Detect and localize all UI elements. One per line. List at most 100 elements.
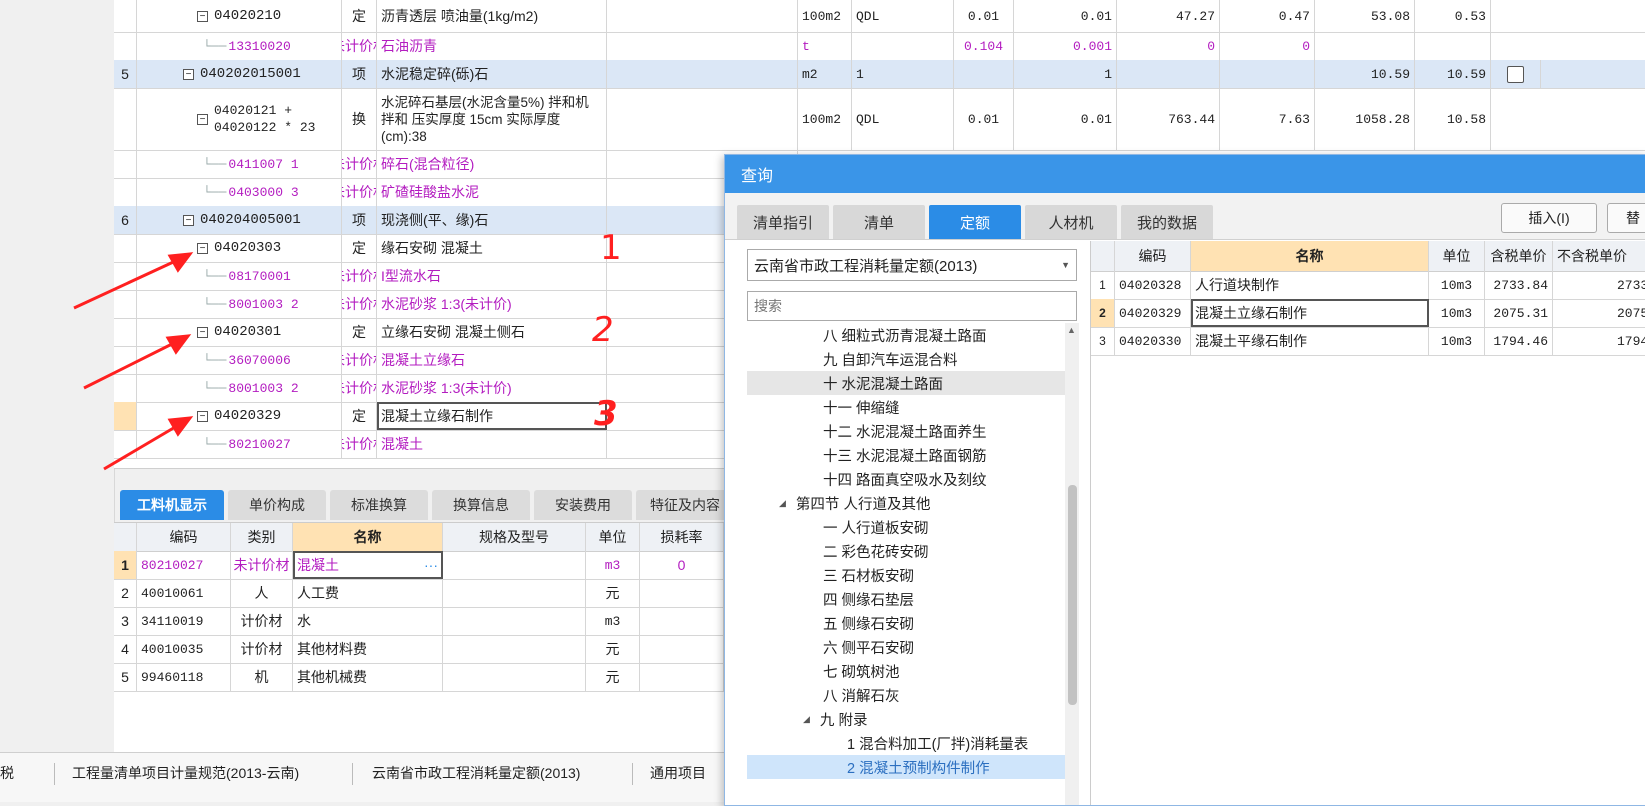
row-name: 混凝土立缘石 xyxy=(377,346,607,374)
name-edit-cell[interactable]: 混凝土 ··· xyxy=(293,551,443,579)
tab-features[interactable]: 特征及内容 xyxy=(636,490,734,520)
header-price-tax[interactable]: 含税单价 xyxy=(1485,241,1553,271)
insert-button[interactable]: 插入(I) xyxy=(1501,203,1597,233)
table-row-selected[interactable]: 2 04020329 混凝土立缘石制作 10m3 2075.31 2075 xyxy=(1091,299,1645,328)
tab-standard-conversion[interactable]: 标准换算 xyxy=(330,490,428,520)
row-expr: QDL xyxy=(852,0,954,32)
header-unit[interactable]: 单位 xyxy=(586,523,640,551)
tree-item[interactable]: 九 自卸汽车运混合料 xyxy=(747,347,1065,371)
tree-item[interactable]: 二 彩色花砖安砌 xyxy=(747,539,1065,563)
table-row[interactable]: 5 99460118 机 其他机械费 元 xyxy=(114,663,724,692)
header-code[interactable]: 编码 xyxy=(137,523,231,551)
row-amount2: 10.59 xyxy=(1415,60,1491,88)
table-row[interactable]: 3 04020330 混凝土平缘石制作 10m3 1794.46 1794 xyxy=(1091,327,1645,356)
status-quota[interactable]: 云南省市政工程消耗量定额(2013) xyxy=(372,753,580,793)
search-input[interactable] xyxy=(747,291,1077,321)
row-name: 水泥稳定碎(砾)石 xyxy=(377,60,607,88)
header-category[interactable]: 类别 xyxy=(231,523,293,551)
tree-item[interactable]: 十一 伸缩缝 xyxy=(747,395,1065,419)
row-amount: 7.63 xyxy=(1220,88,1315,150)
quota-library-select[interactable]: 云南省市政工程消耗量定额(2013) ▼ xyxy=(747,249,1077,281)
tree-item[interactable]: 1 混合料加工(厂拌)消耗量表 xyxy=(747,731,1065,755)
tree-item[interactable]: 一 人行道板安砌 xyxy=(747,515,1065,539)
tree-item[interactable]: 四 侧缘石垫层 xyxy=(747,587,1065,611)
separator xyxy=(54,763,55,785)
expander-icon[interactable]: ◢ xyxy=(803,714,810,725)
tree-item[interactable]: 七 砌筑树池 xyxy=(747,659,1065,683)
row-price2: 10.59 xyxy=(1315,60,1415,88)
header-loss[interactable]: 损耗率 xyxy=(640,523,724,551)
tree-item-selected[interactable]: 十 水泥混凝土路面 xyxy=(747,371,1065,395)
tree-item[interactable]: 六 侧平石安砌 xyxy=(747,635,1065,659)
tree-item[interactable]: 八 细粒式沥青混凝土路面 xyxy=(747,323,1065,347)
row-checkbox[interactable] xyxy=(1507,65,1524,83)
table-row[interactable]: 3 34110019 计价材 水 m3 xyxy=(114,607,724,636)
row-quantity: 0.001 xyxy=(1014,32,1117,60)
expander-icon[interactable]: ◢ xyxy=(779,498,786,509)
table-row[interactable]: −04020121 + 04020122 * 23 换 水泥碎石基层(水泥含量5… xyxy=(114,88,1645,151)
row-name-edit[interactable]: 混凝土立缘石制作 xyxy=(377,402,607,430)
row-name: 水泥碎石基层(水泥含量5%) 拌和机拌和 压实厚度 15cm 实际厚度(cm):… xyxy=(377,88,607,150)
arrow-icon xyxy=(73,252,194,471)
row-expr: 1 xyxy=(852,60,954,88)
header-code[interactable]: 编码 xyxy=(1115,241,1191,271)
annotation-1: 1 xyxy=(600,228,622,268)
quota-tree[interactable]: 八 细粒式沥青混凝土路面 九 自卸汽车运混合料 十 水泥混凝土路面 十一 伸缩缝… xyxy=(747,323,1065,805)
replace-button[interactable]: 替 xyxy=(1607,203,1645,233)
header-name[interactable]: 名称 xyxy=(293,523,443,551)
tree-item[interactable]: 十二 水泥混凝土路面养生 xyxy=(747,419,1065,443)
row-price2: 53.08 xyxy=(1315,0,1415,32)
row-name: 碎石(混合粒径) xyxy=(377,150,607,178)
row-type: 未计价材 xyxy=(342,178,377,206)
tab-resource-display[interactable]: 工料机显示 xyxy=(120,490,224,520)
scroll-up-icon[interactable]: ▲ xyxy=(1067,325,1076,335)
tree-item[interactable]: 十四 路面真空吸水及刻纹 xyxy=(747,467,1065,491)
separator xyxy=(632,763,633,785)
annotation-2: 2 xyxy=(592,310,614,350)
status-tax[interactable]: 税 xyxy=(0,753,14,793)
row-name: 水泥砂浆 1:3(未计价) xyxy=(377,374,607,402)
tab-quota[interactable]: 定额 xyxy=(929,205,1021,239)
annotation-3: 3 xyxy=(594,394,618,434)
annotation-arrows xyxy=(73,252,194,471)
row-qty: 0.104 xyxy=(954,32,1014,60)
resource-grid[interactable]: 编码 类别 名称 规格及型号 单位 损耗率 1 80210027 未计价材 混凝… xyxy=(114,522,724,753)
tree-item[interactable]: 十三 水泥混凝土路面钢筋 xyxy=(747,443,1065,467)
results-grid[interactable]: 编码 名称 单位 含税单价 不含税单价 1 04020328 人行道块制作 10… xyxy=(1090,241,1645,805)
tab-install-cost[interactable]: 安装费用 xyxy=(534,490,632,520)
header-unit[interactable]: 单位 xyxy=(1429,241,1485,271)
tab-my-data[interactable]: 我的数据 xyxy=(1121,205,1213,239)
table-row-selected[interactable]: 1 80210027 未计价材 混凝土 ··· m3 0 xyxy=(114,551,724,580)
tab-list[interactable]: 清单 xyxy=(833,205,925,239)
row-type: 未计价材 xyxy=(342,346,377,374)
row-quantity: 0.01 xyxy=(1014,88,1117,150)
table-row[interactable]: 1 04020328 人行道块制作 10m3 2733.84 2733 xyxy=(1091,271,1645,300)
table-header: 编码 类别 名称 规格及型号 单位 损耗率 xyxy=(114,523,724,552)
row-type: 换 xyxy=(342,88,377,150)
table-row[interactable]: └──13310020 未计价材 石油沥青 t 0.104 0.001 0 0 xyxy=(114,32,1645,61)
row-unit: 100m2 xyxy=(798,88,852,150)
tab-conversion-info[interactable]: 换算信息 xyxy=(432,490,530,520)
table-row[interactable]: 4 40010035 计价材 其他材料费 元 xyxy=(114,635,724,664)
tree-item[interactable]: 五 侧缘石安砌 xyxy=(747,611,1065,635)
row-expr: QDL xyxy=(852,88,954,150)
tab-resources[interactable]: 人材机 xyxy=(1025,205,1117,239)
tree-item-section[interactable]: ◢ 第四节 人行道及其他 xyxy=(747,491,1065,515)
table-row[interactable]: 2 40010061 人 人工费 元 xyxy=(114,579,724,608)
table-row[interactable]: 5 −040202015001 项 水泥稳定碎(砾)石 m2 1 1 10.59… xyxy=(114,60,1645,89)
header-name[interactable]: 名称 xyxy=(1191,241,1429,271)
tree-item[interactable]: 三 石材板安砌 xyxy=(747,563,1065,587)
tree-item-section[interactable]: ◢ 九 附录 xyxy=(747,707,1065,731)
status-spec[interactable]: 工程量清单项目计量规范(2013-云南) xyxy=(72,753,299,793)
tab-unit-price[interactable]: 单价构成 xyxy=(228,490,326,520)
scrollbar-thumb[interactable] xyxy=(1068,485,1077,705)
table-row[interactable]: −04020210 定 沥青透层 喷油量(1kg/m2) 100m2 QDL 0… xyxy=(114,0,1645,33)
more-icon[interactable]: ··· xyxy=(424,557,438,573)
tab-list-guide[interactable]: 清单指引 xyxy=(737,205,829,239)
header-price-notax[interactable]: 不含税单价 xyxy=(1553,241,1645,271)
dialog-title[interactable]: 查询 xyxy=(725,155,1645,193)
status-general[interactable]: 通用项目 xyxy=(650,753,706,793)
tree-item-highlighted[interactable]: 2 混凝土预制构件制作 xyxy=(747,755,1065,779)
tree-item[interactable]: 八 消解石灰 xyxy=(747,683,1065,707)
header-spec[interactable]: 规格及型号 xyxy=(443,523,586,551)
